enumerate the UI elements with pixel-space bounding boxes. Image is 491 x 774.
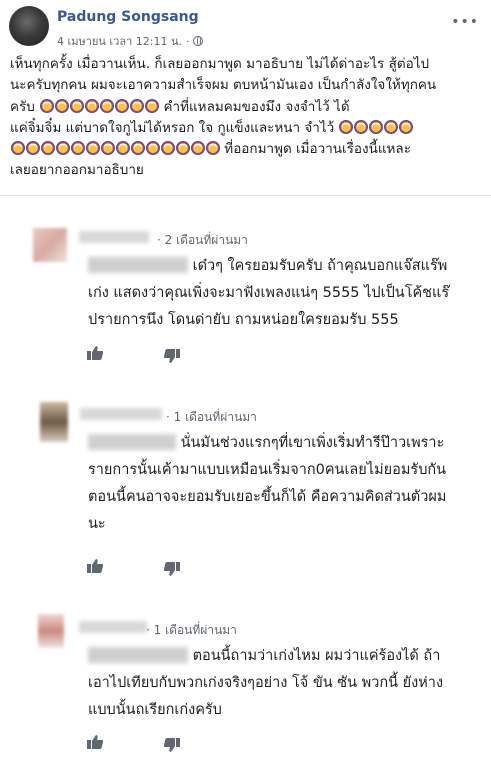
comment-line: เอาไปเทียบกับพวกเก่งจริงๆอย่าง โจ้ ขัน ซ… xyxy=(88,675,444,691)
mention-blurred[interactable] xyxy=(88,647,188,663)
commenter-name[interactable] xyxy=(79,621,147,633)
comment-text: ตอนนี้ถามว่าเก่งไหม ผมว่าแค่ร้องได้ ถ้า … xyxy=(88,643,483,724)
clown-emoji-icon xyxy=(70,141,85,156)
like-icon[interactable] xyxy=(86,558,104,574)
post-line: นะครับทุกคน ผมจะเอาความสำเร็จผม ตบหน้ามั… xyxy=(10,77,437,94)
post-line: คำที่แหลมคมของมึง จงจำไว้ ได้ xyxy=(163,98,350,115)
clown-emoji-icon xyxy=(39,98,54,113)
comment-line: เด๋วๆ ใครยอมรับครับ ถ้าคุณบอกแจ๊สแร๊พ xyxy=(192,258,448,274)
clown-emoji-icon xyxy=(99,98,114,113)
commenter-name[interactable] xyxy=(80,408,162,420)
clown-emoji-icon xyxy=(160,141,175,156)
clown-emoji-icon xyxy=(25,141,40,156)
clown-emoji-icon xyxy=(384,119,399,134)
comment-time[interactable]: · 2 เดือนที่ผ่านมา xyxy=(157,231,248,250)
like-icon[interactable] xyxy=(86,734,104,750)
clown-emoji-icon xyxy=(114,98,129,113)
comment-line: นะ xyxy=(88,516,106,532)
globe-icon[interactable] xyxy=(193,36,204,46)
dislike-icon[interactable] xyxy=(163,348,181,364)
commenter-avatar[interactable] xyxy=(40,402,68,442)
post-line-with-emoji: แค่จิ๋มจิ๋ม แต่บาดใจกูไม่ได้หรอก ใจ กูแข… xyxy=(10,118,485,139)
clown-emoji-icon xyxy=(145,141,160,156)
post-line: เห็นทุกครั้ง เมื่อวานเห็น. ก็เลยออกมาพูด… xyxy=(10,56,430,72)
post-line-with-emoji: ครับ คำที่แหลมคมของมึง จงจำไว้ ได้ xyxy=(10,97,485,118)
dislike-icon[interactable] xyxy=(163,561,181,577)
comment-text: นั่นมันช่วงแรกๆที่เขาเพิ่งเริ่มทำรีป๊าวเ… xyxy=(88,430,483,538)
commenter-name[interactable] xyxy=(79,231,149,243)
author-avatar[interactable] xyxy=(9,6,49,46)
clown-emoji-icon xyxy=(129,98,144,113)
post-line-with-emoji: ที่ออกมาพูด เมื่อวานเรื่องนี้แหละ xyxy=(10,139,485,160)
post-line: เลยอยากออกมาอธิบาย xyxy=(10,162,144,179)
clown-emoji-icon xyxy=(339,119,354,134)
clown-emoji-icon xyxy=(399,119,414,134)
commenter-avatar[interactable] xyxy=(38,614,64,648)
meta-separator: · xyxy=(185,34,190,48)
clown-emoji-icon xyxy=(205,141,220,156)
clown-emoji-icon xyxy=(84,98,99,113)
post-line: ที่ออกมาพูด เมื่อวานเรื่องนี้แหละ xyxy=(224,141,411,158)
more-options-icon[interactable]: ••• xyxy=(451,14,479,30)
clown-emoji-icon xyxy=(190,141,205,156)
comment-line: ปรายการนึง โดนด่ายับ ถามหน่อยใครยอมรับ 5… xyxy=(88,312,399,328)
comment-text: เด๋วๆ ใครยอมรับครับ ถ้าคุณบอกแจ๊สแร๊พ เก… xyxy=(88,253,483,334)
clown-emoji-icon xyxy=(69,98,84,113)
comment-line: ตอนนี้คนอาจจะยอมรับเยอะขึ้นก็ได้ คือความ… xyxy=(88,489,447,505)
comment-line: นั่นมันช่วงแรกๆที่เขาเพิ่งเริ่มทำรีป๊าวเ… xyxy=(180,435,445,451)
comment-line: แบบนั้นถเรียกเก่งครับ xyxy=(88,702,222,718)
facebook-post: Padung Songsang 4 เมษายน เวลา 12:11 น. ·… xyxy=(0,0,491,196)
clown-emoji-icon xyxy=(354,119,369,134)
clown-emoji-icon xyxy=(130,141,145,156)
clown-emoji-icon xyxy=(175,141,190,156)
comment-line: ตอนนี้ถามว่าเก่งไหม ผมว่าแค่ร้องได้ ถ้า xyxy=(192,648,441,664)
comments-section: · 2 เดือนที่ผ่านมา เด๋วๆ ใครยอมรับครับ ถ… xyxy=(0,196,491,774)
commenter-avatar[interactable] xyxy=(33,228,67,262)
mention-blurred[interactable] xyxy=(88,434,176,450)
mention-blurred[interactable] xyxy=(88,257,188,273)
comment-time[interactable]: · 1 เดือนที่ผ่านมา xyxy=(166,408,257,427)
post-meta: 4 เมษายน เวลา 12:11 น. · xyxy=(57,32,204,50)
comment-line: เก่ง แสดงว่าคุณเพิ่งจะมาฟังเพลงแน่ๆ 5555… xyxy=(88,285,450,301)
clown-emoji-icon xyxy=(54,98,69,113)
post-timestamp[interactable]: 4 เมษายน เวลา 12:11 น. xyxy=(57,32,182,50)
post-line: ครับ xyxy=(10,98,35,115)
post-body: เห็นทุกครั้ง เมื่อวานเห็น. ก็เลยออกมาพูด… xyxy=(10,54,485,182)
like-icon[interactable] xyxy=(86,345,104,361)
comment-time[interactable]: · 1 เดือนที่ผ่านมา xyxy=(146,621,237,640)
dislike-icon[interactable] xyxy=(163,737,181,753)
clown-emoji-icon xyxy=(100,141,115,156)
post-line: แค่จิ๋มจิ๋ม แต่บาดใจกูไม่ได้หรอก ใจ กูแข… xyxy=(10,119,335,136)
clown-emoji-icon xyxy=(85,141,100,156)
clown-emoji-icon xyxy=(115,141,130,156)
author-name[interactable]: Padung Songsang xyxy=(57,9,199,25)
clown-emoji-icon xyxy=(55,141,70,156)
clown-emoji-icon xyxy=(369,119,384,134)
comment-line: รายการนั้นเค้ามาแบบเหมือนเริ่มจาก0คนเลยไ… xyxy=(88,462,447,478)
clown-emoji-icon xyxy=(10,141,25,156)
clown-emoji-icon xyxy=(144,98,159,113)
clown-emoji-icon xyxy=(40,141,55,156)
